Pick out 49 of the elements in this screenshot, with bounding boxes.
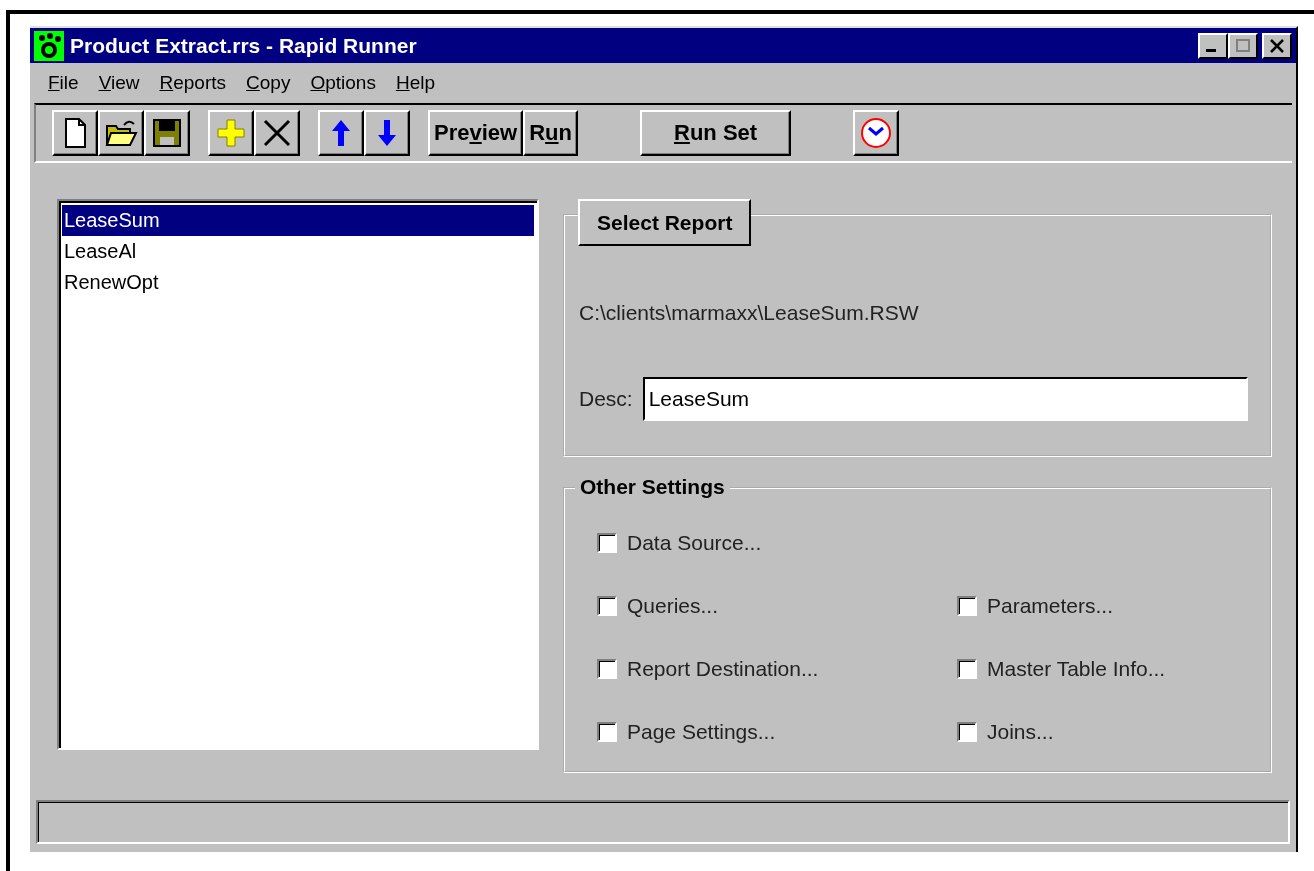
move-up-button[interactable]: [318, 110, 364, 156]
maximize-icon: [1235, 38, 1251, 53]
report-path: C:\clients\marmaxx\LeaseSum.RSW: [579, 301, 920, 325]
report-list-item[interactable]: LeaseSum: [62, 205, 534, 236]
delete-button[interactable]: [254, 110, 300, 156]
menu-item[interactable]: Options: [300, 72, 386, 94]
minimize-button[interactable]: [1198, 32, 1228, 59]
menu-item[interactable]: Copy: [236, 72, 301, 94]
menu-item[interactable]: Help: [385, 72, 445, 94]
checkbox-label[interactable]: Parameters...: [987, 594, 1114, 618]
report-list-item[interactable]: RenewOpt: [62, 267, 534, 298]
checkbox[interactable]: [957, 722, 977, 742]
desc-field[interactable]: LeaseSum: [642, 377, 1248, 421]
add-button[interactable]: [208, 110, 254, 156]
checkbox-label[interactable]: Master Table Info...: [987, 657, 1166, 681]
checkbox[interactable]: [597, 596, 617, 616]
menu-item[interactable]: Reports: [149, 72, 237, 94]
checkbox-label[interactable]: Joins...: [987, 720, 1054, 744]
menu-item[interactable]: File: [38, 72, 89, 94]
minimize-icon: [1206, 49, 1216, 52]
save-button[interactable]: [144, 110, 190, 156]
checkbox[interactable]: [957, 596, 977, 616]
checkbox[interactable]: [597, 659, 617, 679]
app-icon: [34, 30, 64, 61]
report-list-item[interactable]: LeaseAl: [62, 236, 534, 267]
close-icon: [1269, 38, 1285, 53]
select-report-button[interactable]: Select Report: [578, 199, 752, 246]
desc-label: Desc:: [579, 387, 633, 411]
close-button[interactable]: [1262, 32, 1292, 59]
schedule-button[interactable]: [853, 110, 900, 156]
maximize-button[interactable]: [1228, 32, 1258, 59]
checkbox-label[interactable]: Page Settings...: [627, 720, 776, 744]
checkbox[interactable]: [957, 659, 977, 679]
menu-item[interactable]: View: [88, 72, 150, 94]
open-button[interactable]: [98, 110, 144, 156]
checkbox-label[interactable]: Report Destination...: [627, 657, 819, 681]
clock-icon: [859, 116, 894, 150]
checkbox-label[interactable]: Data Source...: [627, 531, 762, 555]
report-list[interactable]: LeaseSum LeaseAl RenewOpt: [57, 199, 539, 750]
new-button[interactable]: [52, 110, 98, 156]
toolbar-button[interactable]: Run Set: [640, 110, 792, 156]
checkbox[interactable]: [597, 722, 617, 742]
toolbar-button[interactable]: Preview: [428, 110, 524, 156]
window-title: Product Extract.rrs - Rapid Runner: [70, 33, 418, 58]
toolbar-button[interactable]: Run: [523, 110, 578, 156]
plus-icon: [214, 116, 248, 150]
checkbox[interactable]: [597, 533, 617, 553]
move-down-button[interactable]: [364, 110, 410, 156]
checkbox-label[interactable]: Queries...: [627, 594, 719, 618]
